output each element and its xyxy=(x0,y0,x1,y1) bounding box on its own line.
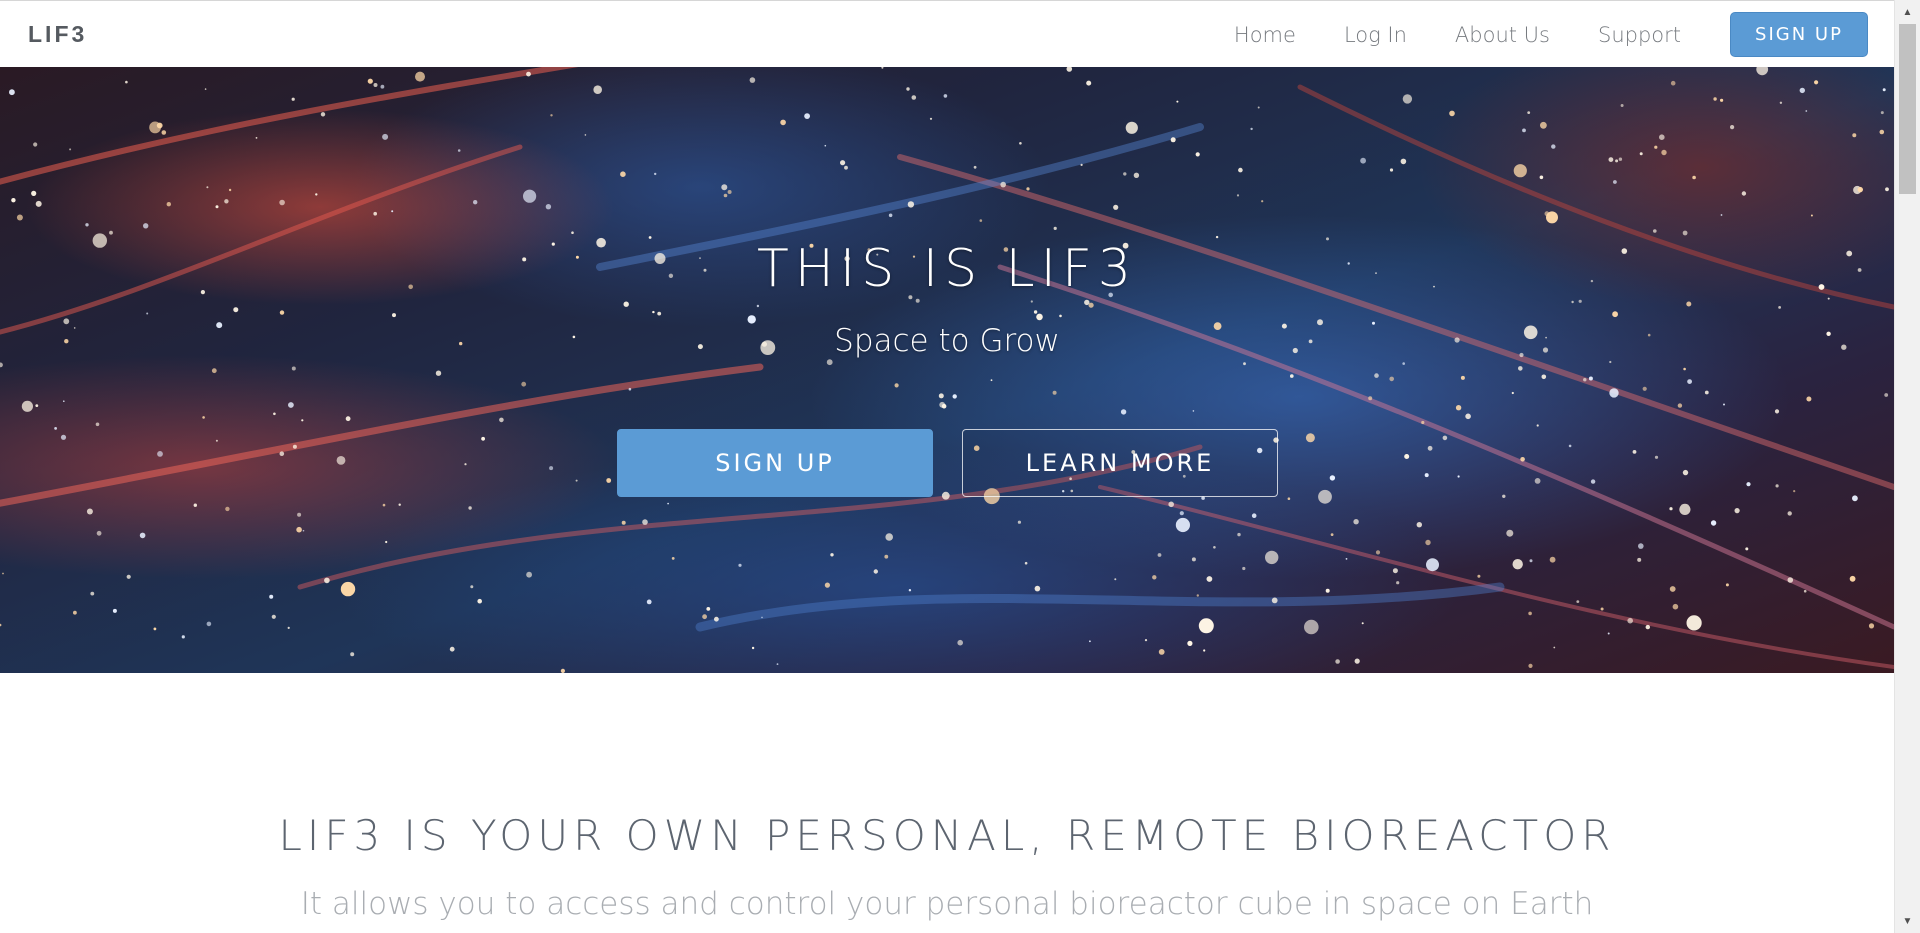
scroll-up-arrow-icon[interactable]: ▲ xyxy=(1895,2,1920,22)
nav-link-about-us[interactable]: About Us xyxy=(1455,23,1550,47)
nav-link-support[interactable]: Support xyxy=(1598,23,1681,47)
hero-content: THIS IS LIF3 Space to Grow SIGN UP LEARN… xyxy=(0,67,1894,673)
learn-more-button[interactable]: LEARN MORE xyxy=(962,429,1278,497)
hero-subtitle: Space to Grow xyxy=(834,323,1060,359)
hero-signup-button[interactable]: SIGN UP xyxy=(617,429,933,497)
scroll-down-arrow-icon[interactable]: ▼ xyxy=(1895,911,1920,931)
brand-logo[interactable]: LIF3 xyxy=(28,21,87,48)
section-description: It allows you to access and control your… xyxy=(300,886,1594,922)
nav-links: Home Log In About Us Support SIGN UP xyxy=(1234,12,1868,57)
top-navbar: LIF3 Home Log In About Us Support SIGN U… xyxy=(0,0,1894,67)
vertical-scrollbar[interactable]: ▲ ▼ xyxy=(1894,0,1920,933)
nav-signup-button[interactable]: SIGN UP xyxy=(1730,12,1868,57)
nav-link-home[interactable]: Home xyxy=(1234,23,1296,47)
page: LIF3 Home Log In About Us Support SIGN U… xyxy=(0,0,1920,933)
scrollbar-thumb[interactable] xyxy=(1899,24,1916,194)
nav-link-login[interactable]: Log In xyxy=(1344,23,1407,47)
section-heading: LIF3 IS YOUR OWN PERSONAL, REMOTE BIOREA… xyxy=(278,811,1616,860)
browser-viewport: LIF3 Home Log In About Us Support SIGN U… xyxy=(0,0,1894,933)
hero-banner: THIS IS LIF3 Space to Grow SIGN UP LEARN… xyxy=(0,67,1894,673)
hero-title: THIS IS LIF3 xyxy=(757,239,1137,299)
